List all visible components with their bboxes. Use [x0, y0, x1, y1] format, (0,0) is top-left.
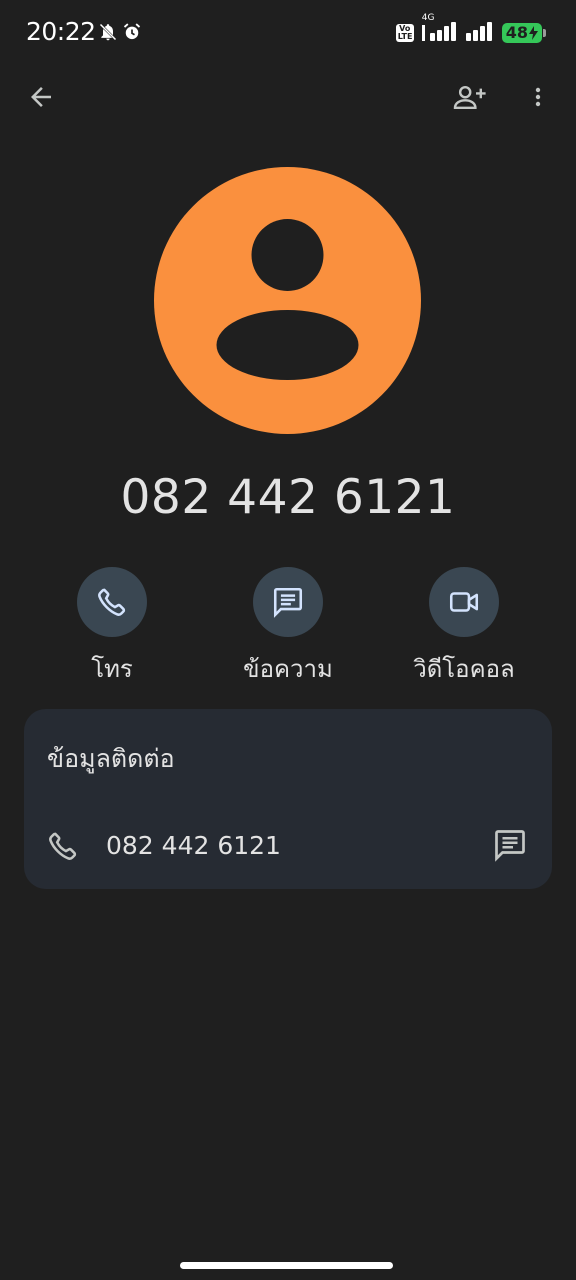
signal-icon: [465, 21, 494, 45]
contact-avatar: [154, 167, 421, 434]
home-indicator[interactable]: [180, 1262, 393, 1269]
message-action[interactable]: ข้อความ: [213, 567, 363, 688]
notifications-off-icon: [98, 22, 118, 46]
alarm-icon: [122, 22, 142, 46]
signal-4g: 4G: [421, 13, 458, 45]
contact-number-title: 082 442 6121: [120, 470, 456, 525]
person-placeholder-icon: [216, 219, 359, 380]
add-contact-button[interactable]: [446, 73, 494, 121]
message-label: ข้อความ: [243, 655, 333, 683]
message-button[interactable]: [253, 567, 323, 637]
volte-badge: Vo LTE: [395, 24, 414, 42]
person-add-icon: [453, 85, 486, 109]
call-label: โทร: [91, 655, 133, 683]
phone-icon: [46, 829, 80, 867]
video-call-button[interactable]: [429, 567, 499, 637]
call-button[interactable]: [77, 567, 147, 637]
status-bar: 20:22 Vo LTE 4G 48: [0, 0, 576, 68]
more-options-button[interactable]: [514, 73, 562, 121]
battery-level: 48: [505, 23, 528, 42]
message-icon[interactable]: [492, 827, 528, 867]
quick-actions: โทร ข้อความ วิดีโอคอล: [0, 567, 576, 687]
network-type-label: 4G: [421, 13, 435, 23]
contact-info-card: ข้อมูลติดต่อ 082 442 6121: [24, 709, 552, 889]
contact-info-title: ข้อมูลติดต่อ: [47, 744, 175, 773]
status-icons-left: [98, 22, 142, 46]
battery-indicator: 48: [501, 23, 546, 43]
top-app-bar: [0, 68, 576, 128]
charging-icon: [529, 26, 538, 40]
phone-icon: [98, 588, 126, 616]
phone-number-value: 082 442 6121: [106, 831, 281, 860]
message-icon: [273, 587, 303, 618]
status-time: 20:22: [26, 17, 96, 46]
arrow-back-icon: [31, 87, 51, 107]
videocam-icon: [449, 592, 479, 612]
call-action[interactable]: โทร: [37, 567, 187, 688]
video-call-action[interactable]: วิดีโอคอล: [389, 567, 539, 688]
status-icons-right: Vo LTE 4G 48: [395, 13, 546, 45]
more-vert-icon: [535, 87, 541, 107]
video-call-label: วิดีโอคอล: [413, 655, 515, 683]
back-button[interactable]: [17, 73, 65, 121]
phone-number-row[interactable]: 082 442 6121: [24, 817, 552, 873]
